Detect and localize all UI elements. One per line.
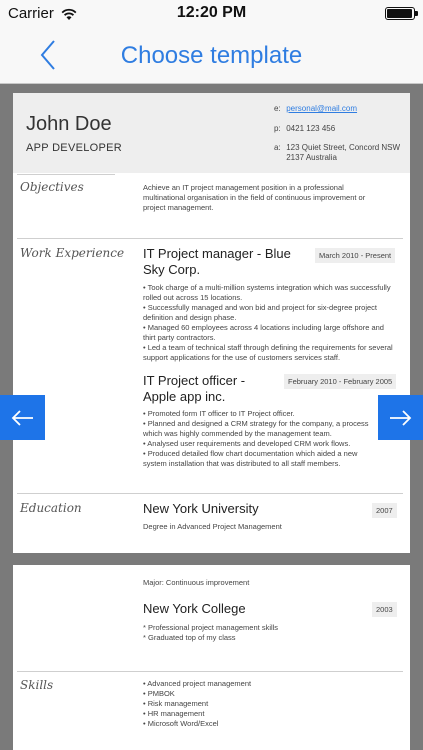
school-major-1: Major: Continuous improvement (143, 578, 250, 587)
section-skills-label: Skills (20, 678, 54, 692)
section-divider (17, 238, 403, 239)
page-title: Choose template (120, 42, 303, 69)
phone-label: p: (274, 124, 281, 133)
address-label: a: (274, 143, 281, 152)
job-bullet: • Promoted form IT officer to IT Project… (143, 409, 295, 418)
school-date-2: 2003 (372, 602, 397, 617)
next-template-button[interactable] (378, 395, 423, 440)
status-time: 12:20 PM (176, 4, 247, 21)
section-work-label: Work Experience (20, 246, 125, 260)
status-bar: Carrier 12:20 PM (0, 0, 423, 28)
job-bullet: • Took charge of a multi-million systems… (143, 283, 391, 302)
arrow-right-icon (390, 410, 412, 426)
arrow-left-icon (11, 410, 33, 426)
battery-tip (415, 11, 418, 16)
battery-icon (385, 7, 418, 20)
navigation-bar: Choose template (0, 28, 423, 84)
job-title-2-line-2: Apple app inc. (143, 389, 226, 404)
school-detail: * Professional project management skills (143, 623, 279, 632)
address-line-2: 2137 Australia (286, 153, 337, 162)
skill-item: • HR management (143, 709, 205, 718)
school-date-1: 2007 (372, 503, 397, 518)
school-name-1: New York University (143, 501, 259, 516)
section-education-label: Education (20, 501, 82, 515)
section-divider (17, 174, 115, 175)
job-bullet: • Produced detailed flow chart documenta… (143, 449, 358, 468)
section-divider (17, 671, 403, 672)
job-bullet: • Analysed user requirements and develop… (143, 439, 351, 448)
job-title-1: IT Project manager - Blue Sky Corp. (143, 246, 318, 278)
resume-page-2[interactable]: Major: Continuous improvement New York C… (13, 565, 410, 750)
contact-email-row: e: personal@mail.com (274, 104, 357, 114)
resume-header: John Doe APP DEVELOPER e: personal@mail.… (13, 93, 410, 173)
job-bullet: • Managed 60 employees across 4 location… (143, 323, 384, 342)
job-bullet: • Planned and designed a CRM strategy fo… (143, 419, 369, 438)
job-bullets-1: • Took charge of a multi-million systems… (143, 283, 398, 363)
school-degree-1: Degree in Advanced Project Management (143, 522, 282, 531)
previous-template-button[interactable] (0, 395, 45, 440)
skill-item: • Microsoft Word/Excel (143, 719, 219, 728)
skill-item: • Advanced project management (143, 679, 252, 688)
school-details-2: * Professional project management skills… (143, 623, 383, 643)
job-title-1-line-2: Sky Corp. (143, 262, 201, 277)
resume-job-title: APP DEVELOPER (26, 142, 123, 154)
address-value: 123 Quiet Street, Concord NSW 2137 Austr… (286, 143, 400, 163)
email-link[interactable]: personal@mail.com (286, 104, 357, 113)
job-date-2: February 2010 - February 2005 (284, 374, 397, 389)
section-objectives-label: Objectives (20, 180, 84, 194)
school-name-2: New York College (143, 601, 246, 616)
job-date-1: March 2010 - Present (315, 248, 396, 263)
job-bullet: • Successfully managed and won bid and p… (143, 303, 378, 322)
contact-address-row: a: 123 Quiet Street, Concord NSW 2137 Au… (274, 143, 400, 163)
battery-level (387, 9, 412, 18)
skill-item: • Risk management (143, 699, 209, 708)
resume-name: John Doe (26, 113, 112, 135)
contact-phone-row: p: 0421 123 456 (274, 124, 335, 134)
job-title-2: IT Project officer - Apple app inc. (143, 373, 293, 405)
skills-list: • Advanced project management • PMBOK • … (143, 679, 383, 729)
section-divider (17, 493, 403, 494)
phone-value: 0421 123 456 (286, 124, 336, 133)
address-line-1: 123 Quiet Street, Concord NSW (286, 143, 401, 152)
job-title-2-line-1: IT Project officer - (143, 373, 246, 388)
email-label: e: (274, 104, 281, 113)
resume-page-1[interactable]: John Doe APP DEVELOPER e: personal@mail.… (13, 93, 410, 553)
job-bullet: • Led a team of technical staff through … (143, 343, 393, 362)
skill-item: • PMBOK (143, 689, 175, 698)
job-bullets-2: • Promoted form IT officer to IT Project… (143, 409, 378, 469)
school-detail: * Graduated top of my class (143, 633, 236, 642)
objectives-text: Achieve an IT project management positio… (143, 183, 366, 212)
job-title-1-line-1: IT Project manager - Blue (143, 246, 291, 261)
